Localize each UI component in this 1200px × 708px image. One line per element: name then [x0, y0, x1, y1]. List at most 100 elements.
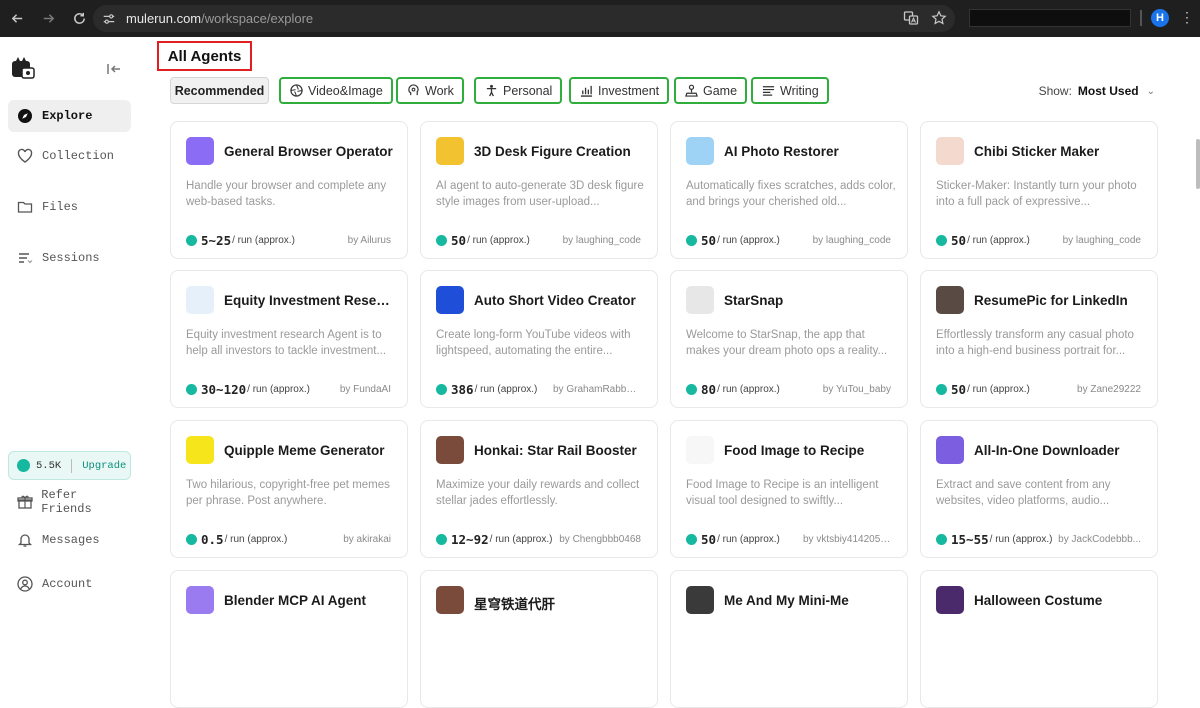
tab-game[interactable]: Game	[674, 77, 748, 104]
person-icon	[484, 84, 498, 98]
browser-menu-icon[interactable]: ⋮	[1180, 10, 1194, 24]
chip-label: Game	[703, 83, 738, 98]
tab-personal[interactable]: Personal	[474, 77, 563, 104]
joystick-icon	[684, 84, 698, 98]
agent-card[interactable]: Me And My Mini-Me	[670, 570, 908, 708]
agent-price: 50/ run (approx.)	[936, 382, 1030, 397]
credit-coin-icon	[686, 384, 697, 395]
user-icon	[16, 575, 34, 593]
agent-name: General Browser Operator	[224, 144, 393, 159]
agent-card[interactable]: Equity Investment Resear... Equity invest…	[170, 270, 408, 408]
browser-icon	[186, 137, 214, 165]
heart-icon	[16, 147, 34, 165]
sort-value: Most Used	[1077, 84, 1139, 98]
agent-card[interactable]: All-In-One Downloader Extract and save co…	[920, 420, 1158, 558]
agent-name: Halloween Costume	[974, 593, 1103, 608]
bell-icon	[16, 531, 34, 549]
agent-name: StarSnap	[724, 293, 784, 308]
tab-investment[interactable]: Investment	[569, 77, 670, 104]
sidebar-item-label: Refer Friends	[41, 488, 92, 516]
sidebar-item-messages[interactable]: Messages	[8, 524, 131, 556]
credits-upgrade-pill[interactable]: 5.5K Upgrade	[8, 451, 131, 480]
agent-name: Food Image to Recipe	[724, 443, 865, 458]
agent-description: Automatically fixes scratches, adds colo…	[686, 180, 896, 208]
sidebar-item-files[interactable]: Files	[8, 191, 131, 223]
agent-author: by Ailurus	[347, 235, 391, 246]
credit-coin-icon	[936, 235, 947, 246]
sort-label: Show:	[1038, 84, 1072, 98]
sidebar-item-account[interactable]: Account	[8, 568, 131, 600]
url-text: mulerun.com/workspace/explore	[126, 11, 314, 26]
extensions-area[interactable]	[969, 9, 1131, 27]
agent-card[interactable]: 3D Desk Figure Creation AI agent to auto-…	[420, 121, 658, 259]
list-icon	[16, 249, 34, 267]
agent-name: AI Photo Restorer	[724, 144, 839, 159]
agent-card[interactable]: Blender MCP AI Agent	[170, 570, 408, 708]
agent-name: Me And My Mini-Me	[724, 593, 849, 608]
sidebar-item-label: Account	[42, 577, 93, 591]
chip-label: Video&Image	[308, 83, 383, 98]
translate-icon[interactable]	[903, 10, 919, 31]
agent-description: Maximize your daily rewards and collect …	[436, 479, 640, 507]
agent-card[interactable]: Auto Short Video Creator Create long-form…	[420, 270, 658, 408]
agent-card[interactable]: AI Photo Restorer Automatically fixes scr…	[670, 121, 908, 259]
agent-author: by YuTou_baby	[822, 384, 891, 395]
agent-author: by GrahamRabbb0e...	[553, 384, 641, 395]
agent-card[interactable]: Food Image to Recipe Food Image to Recipe…	[670, 420, 908, 558]
sidebar-item-sessions[interactable]: Sessions	[8, 242, 131, 274]
site-settings-icon[interactable]	[102, 12, 122, 26]
agent-card[interactable]: 星穹铁道代肝	[420, 570, 658, 708]
profile-avatar[interactable]: H	[1151, 9, 1169, 27]
agent-author: by laughing_code	[1062, 235, 1141, 246]
sidebar-item-collection[interactable]: Collection	[8, 140, 131, 172]
back-arrow-icon[interactable]	[3, 5, 31, 33]
agent-price: 5~25/ run (approx.)	[186, 233, 295, 248]
agent-card[interactable]: Halloween Costume	[920, 570, 1158, 708]
agent-card[interactable]: Chibi Sticker Maker Sticker-Maker: Instan…	[920, 121, 1158, 259]
sidebar-item-label: Explore	[42, 109, 93, 123]
agent-description: Equity investment research Agent is to h…	[186, 329, 387, 357]
chibi-face-icon	[936, 137, 964, 165]
game-character-icon	[436, 586, 464, 614]
upgrade-link[interactable]: Upgrade	[82, 460, 126, 472]
agent-description: Extract and save content from any websit…	[936, 479, 1111, 507]
sidebar-item-refer-friends[interactable]: Refer Friends	[8, 486, 131, 518]
agent-name: ResumePic for LinkedIn	[974, 293, 1128, 308]
forward-arrow-icon[interactable]	[34, 5, 62, 33]
tab-writing[interactable]: Writing	[751, 77, 829, 104]
agent-card[interactable]: StarSnap Welcome to StarSnap, the app tha…	[670, 270, 908, 408]
blender-cube-icon	[186, 586, 214, 614]
credit-coin-icon	[436, 384, 447, 395]
agent-price: 50/ run (approx.)	[686, 233, 780, 248]
scrollbar-thumb[interactable]	[1196, 139, 1200, 189]
chip-label: Writing	[780, 83, 819, 98]
food-icon	[686, 436, 714, 464]
agent-name: Honkai: Star Rail Booster	[474, 443, 637, 458]
tab-recommended[interactable]: Recommended	[170, 77, 269, 104]
agent-price: 50/ run (approx.)	[436, 233, 530, 248]
tab-video-image[interactable]: Video&Image	[279, 77, 393, 104]
agent-author: by FundaAI	[339, 384, 391, 395]
page-title: All Agents	[157, 41, 252, 71]
address-bar[interactable]: mulerun.com/workspace/explore	[93, 5, 955, 32]
chip-label: Personal	[503, 83, 553, 98]
agent-description: Create long-form YouTube videos with lig…	[436, 329, 631, 357]
agent-card[interactable]: General Browser Operator Handle your brow…	[170, 121, 408, 259]
reload-icon[interactable]	[65, 5, 93, 33]
tab-work[interactable]: Work	[396, 77, 464, 104]
agent-card[interactable]: Honkai: Star Rail Booster Maximize your d…	[420, 420, 658, 558]
mulerun-logo[interactable]	[10, 55, 36, 81]
chart-icon	[579, 84, 593, 98]
portrait-icon	[686, 586, 714, 614]
collapse-sidebar-icon[interactable]	[106, 61, 122, 82]
toolbar-divider	[1140, 10, 1142, 26]
agent-card[interactable]: Quipple Meme Generator Two hilarious, cop…	[170, 420, 408, 558]
download-icon	[936, 436, 964, 464]
meme-icon	[186, 436, 214, 464]
credit-coin-icon	[936, 534, 947, 545]
bookmark-star-icon[interactable]	[931, 10, 947, 31]
agent-card[interactable]: ResumePic for LinkedIn Effortlessly trans…	[920, 270, 1158, 408]
sort-select[interactable]: Show: Most Used ⌄	[1039, 84, 1155, 98]
sidebar-item-explore[interactable]: Explore	[8, 100, 131, 132]
globe-chart-icon	[186, 286, 214, 314]
